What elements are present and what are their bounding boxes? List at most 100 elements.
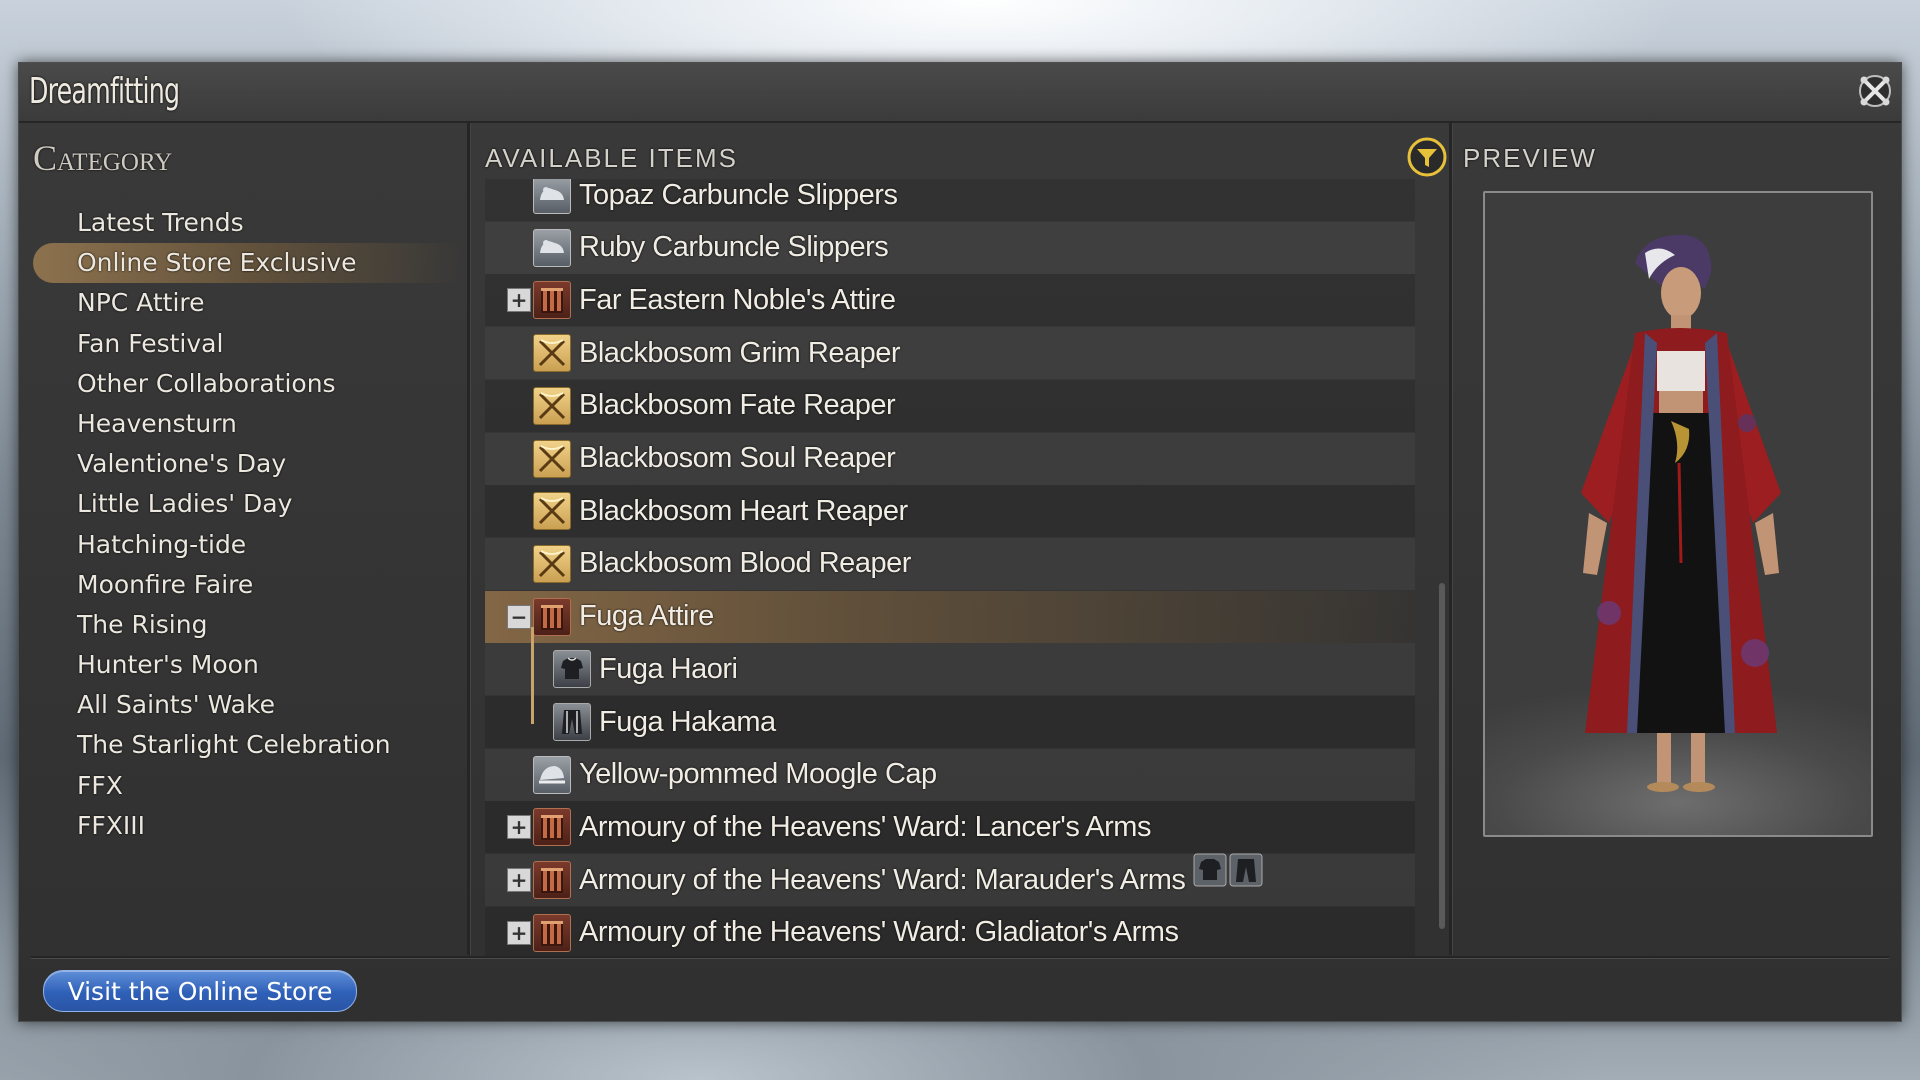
item-label: Far Eastern Noble's Attire — [579, 283, 896, 316]
scythe-icon — [538, 339, 566, 367]
collapse-button[interactable]: − — [507, 604, 531, 629]
expand-button[interactable]: + — [507, 868, 531, 893]
character-preview[interactable] — [1483, 191, 1873, 837]
category-list: Latest Trends Online Store Exclusive NPC A… — [33, 203, 463, 846]
item-label: Fuga Haori — [599, 652, 738, 685]
category-divider — [467, 123, 471, 955]
item-label: Topaz Carbuncle Slippers — [579, 179, 898, 211]
scythe-icon — [538, 444, 566, 472]
item-row[interactable]: Topaz Carbuncle Slippers — [485, 179, 1415, 221]
item-child-row[interactable]: Fuga Haori — [485, 643, 1415, 696]
gift-box-icon — [541, 868, 563, 894]
item-row[interactable]: + Armoury of the Heavens' Ward: Lancer's … — [485, 801, 1415, 854]
item-label: Fuga Hakama — [599, 705, 776, 738]
item-row[interactable]: Blackbosom Fate Reaper — [485, 379, 1415, 432]
item-icon — [533, 808, 571, 847]
category-item[interactable]: FFX — [33, 766, 463, 806]
item-icon — [533, 544, 571, 583]
close-button[interactable] — [1855, 71, 1895, 111]
item-label: Blackbosom Heart Reaper — [579, 494, 908, 527]
window-title: Dreamfitting — [29, 71, 180, 112]
category-item[interactable]: Fan Festival — [33, 324, 463, 364]
tree-connector — [531, 627, 534, 724]
item-label: Blackbosom Blood Reaper — [579, 547, 911, 580]
body-slot-button[interactable] — [1193, 853, 1227, 887]
item-icon — [533, 492, 571, 531]
item-row[interactable]: Yellow-pommed Moogle Cap — [485, 748, 1415, 801]
item-icon — [533, 913, 571, 952]
item-label: Armoury of the Heavens' Ward: Gladiator'… — [579, 916, 1179, 949]
available-items-list: Topaz Carbuncle Slippers Ruby Carbuncle S… — [485, 179, 1435, 1003]
title-bar: Dreamfitting — [19, 63, 1901, 123]
item-label: Fuga Attire — [579, 600, 714, 633]
hat-icon — [539, 765, 565, 784]
category-item[interactable]: Online Store Exclusive — [33, 243, 463, 284]
item-label: Yellow-pommed Moogle Cap — [579, 758, 937, 791]
item-icon — [533, 281, 571, 320]
filter-icon — [1407, 137, 1447, 177]
expand-button[interactable]: + — [507, 920, 531, 945]
character-model — [1581, 234, 1781, 792]
item-row[interactable]: Blackbosom Blood Reaper — [485, 537, 1415, 590]
category-item[interactable]: Other Collaborations — [33, 364, 463, 404]
item-icon — [533, 179, 571, 214]
item-label: Blackbosom Grim Reaper — [579, 336, 901, 369]
item-row[interactable]: + Far Eastern Noble's Attire — [485, 274, 1415, 327]
item-icon — [553, 703, 591, 741]
item-icon — [533, 861, 571, 900]
category-item[interactable]: Heavensturn — [33, 404, 463, 444]
legs-icon — [562, 710, 582, 734]
legs-icon — [1229, 853, 1263, 887]
slippers-icon — [540, 187, 564, 200]
item-icon — [533, 334, 571, 373]
category-item[interactable]: Latest Trends — [33, 203, 463, 243]
expand-button[interactable]: + — [507, 288, 531, 313]
category-item[interactable]: Little Ladies' Day — [33, 484, 463, 524]
category-item[interactable]: The Rising — [33, 605, 463, 645]
category-item[interactable]: FFXIII — [33, 806, 463, 846]
item-label: Armoury of the Heavens' Ward: Marauder's… — [579, 863, 1186, 896]
gift-box-icon — [541, 604, 563, 630]
item-child-row[interactable]: Fuga Hakama — [485, 696, 1415, 748]
dreamfitting-window: Dreamfitting Category Latest Trends Onlin… — [18, 62, 1902, 1022]
scythe-icon — [538, 549, 566, 577]
items-scrollbar[interactable] — [1439, 583, 1445, 929]
filter-button[interactable] — [1407, 137, 1447, 177]
close-icon — [1859, 75, 1891, 107]
category-item[interactable]: All Saints' Wake — [33, 685, 463, 725]
visit-online-store-button[interactable]: Visit the Online Store — [43, 970, 357, 1012]
item-icon — [533, 386, 571, 425]
item-label: Blackbosom Soul Reaper — [579, 442, 896, 474]
item-label: Ruby Carbuncle Slippers — [579, 231, 889, 264]
category-heading: Category — [33, 138, 173, 178]
available-items-heading: AVAILABLE ITEMS — [485, 143, 739, 173]
item-row[interactable]: − Fuga Attire — [485, 590, 1415, 643]
slippers-icon — [540, 239, 564, 253]
body-armor-icon — [1193, 853, 1227, 887]
item-label: Armoury of the Heavens' Ward: Lancer's A… — [579, 810, 1151, 843]
category-item[interactable]: Valentione's Day — [33, 444, 463, 484]
item-row[interactable]: + Armoury of the Heavens' Ward: Marauder'… — [485, 854, 1415, 907]
category-item[interactable]: NPC Attire — [33, 283, 463, 323]
scythe-icon — [538, 391, 566, 419]
item-icon — [533, 755, 571, 794]
item-label: Blackbosom Fate Reaper — [579, 389, 896, 422]
item-icon — [533, 228, 571, 267]
preview-heading: PREVIEW — [1463, 143, 1597, 173]
expand-button[interactable]: + — [507, 815, 531, 840]
item-row[interactable]: Blackbosom Soul Reaper — [485, 432, 1415, 485]
legs-slot-button[interactable] — [1229, 853, 1263, 887]
body-armor-icon — [561, 657, 583, 680]
item-row[interactable]: Blackbosom Grim Reaper — [485, 327, 1415, 380]
category-item[interactable]: Moonfire Faire — [33, 565, 463, 605]
item-row[interactable]: + Armoury of the Heavens' Ward: Gladiator… — [485, 906, 1415, 959]
category-item[interactable]: The Starlight Celebration — [33, 725, 463, 765]
item-row[interactable]: Blackbosom Heart Reaper — [485, 485, 1415, 538]
item-row[interactable]: Ruby Carbuncle Slippers — [485, 221, 1415, 274]
item-icon — [553, 650, 591, 689]
category-item[interactable]: Hunter's Moon — [33, 645, 463, 685]
gift-box-icon — [541, 288, 563, 314]
category-item[interactable]: Hatching-tide — [33, 525, 463, 565]
scythe-icon — [538, 497, 566, 525]
item-icon — [533, 597, 571, 636]
